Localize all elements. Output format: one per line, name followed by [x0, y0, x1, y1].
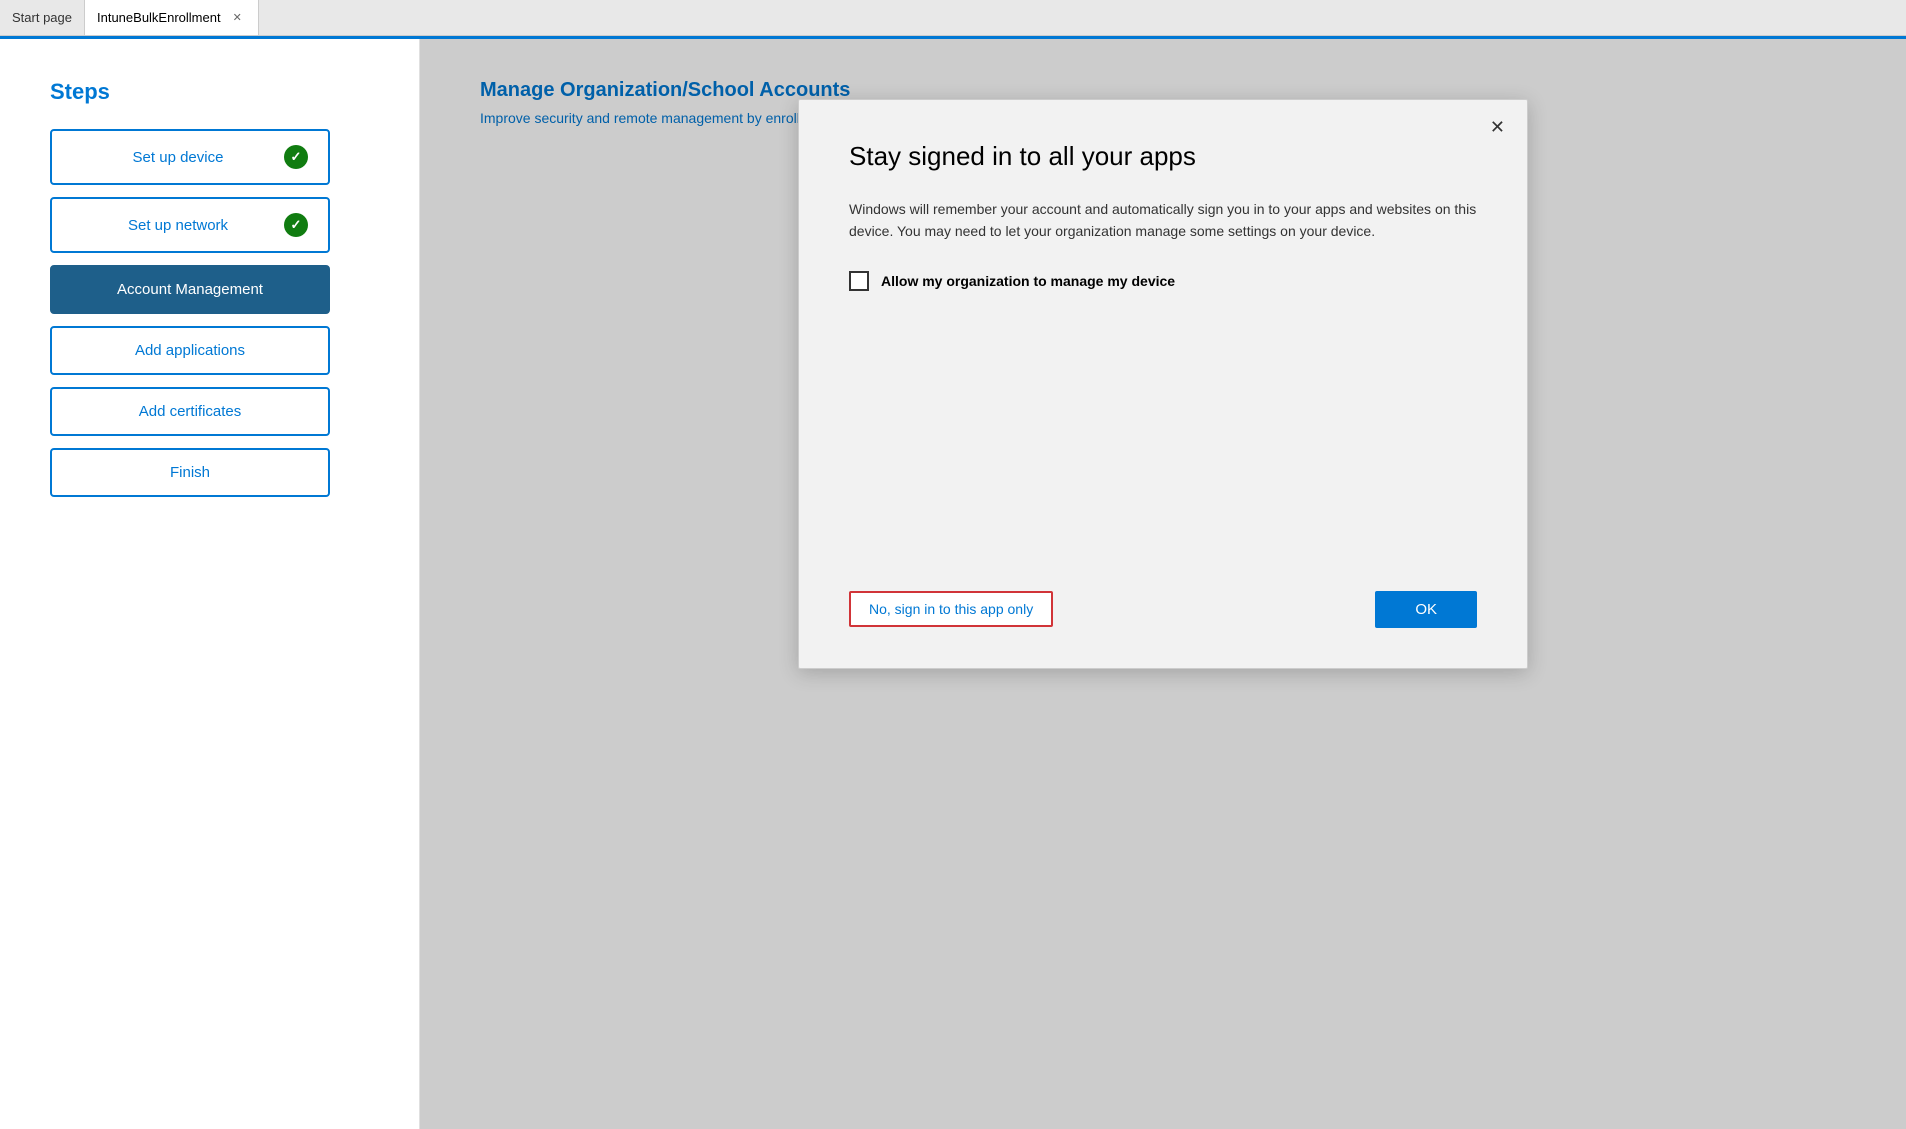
manage-device-checkbox[interactable] — [849, 271, 869, 291]
step-add-certificates-label: Add certificates — [72, 403, 308, 420]
step-set-up-device[interactable]: Set up device — [50, 129, 330, 185]
sign-in-app-only-button[interactable]: No, sign in to this app only — [849, 591, 1053, 627]
step-set-up-device-label: Set up device — [72, 149, 284, 166]
tab-intune[interactable]: IntuneBulkEnrollment ✕ — [85, 0, 259, 35]
manage-device-label: Allow my organization to manage my devic… — [881, 273, 1175, 289]
tab-start[interactable]: Start page — [0, 0, 85, 35]
modal-overlay: ✕ Stay signed in to all your apps Window… — [420, 39, 1906, 1129]
sidebar-title: Steps — [50, 79, 369, 105]
modal-body: Windows will remember your account and a… — [849, 198, 1477, 243]
tab-intune-label: IntuneBulkEnrollment — [97, 10, 221, 25]
tab-start-label: Start page — [12, 10, 72, 25]
checkbox-row: Allow my organization to manage my devic… — [849, 271, 1477, 291]
modal-close-button[interactable]: ✕ — [1484, 114, 1511, 140]
main-layout: Steps Set up device Set up network Accou… — [0, 39, 1906, 1129]
step-add-applications-label: Add applications — [72, 342, 308, 359]
step-set-up-network[interactable]: Set up network — [50, 197, 330, 253]
step-finish[interactable]: Finish — [50, 448, 330, 497]
content-area: Manage Organization/School Accounts Impr… — [420, 39, 1906, 1129]
close-icon: ✕ — [1490, 117, 1505, 137]
modal-title: Stay signed in to all your apps — [849, 140, 1477, 174]
step-account-management[interactable]: Account Management — [50, 265, 330, 314]
browser-chrome: Start page IntuneBulkEnrollment ✕ — [0, 0, 1906, 36]
ok-button[interactable]: OK — [1375, 591, 1477, 628]
step-set-up-network-label: Set up network — [72, 217, 284, 234]
check-icon-device — [284, 145, 308, 169]
step-add-certificates[interactable]: Add certificates — [50, 387, 330, 436]
dialog-stay-signed-in: ✕ Stay signed in to all your apps Window… — [798, 99, 1528, 669]
step-finish-label: Finish — [72, 464, 308, 481]
modal-footer: No, sign in to this app only OK — [849, 591, 1477, 628]
sidebar: Steps Set up device Set up network Accou… — [0, 39, 420, 1129]
step-account-management-label: Account Management — [72, 281, 308, 298]
tab-close-icon[interactable]: ✕ — [229, 9, 246, 26]
check-icon-network — [284, 213, 308, 237]
step-add-applications[interactable]: Add applications — [50, 326, 330, 375]
